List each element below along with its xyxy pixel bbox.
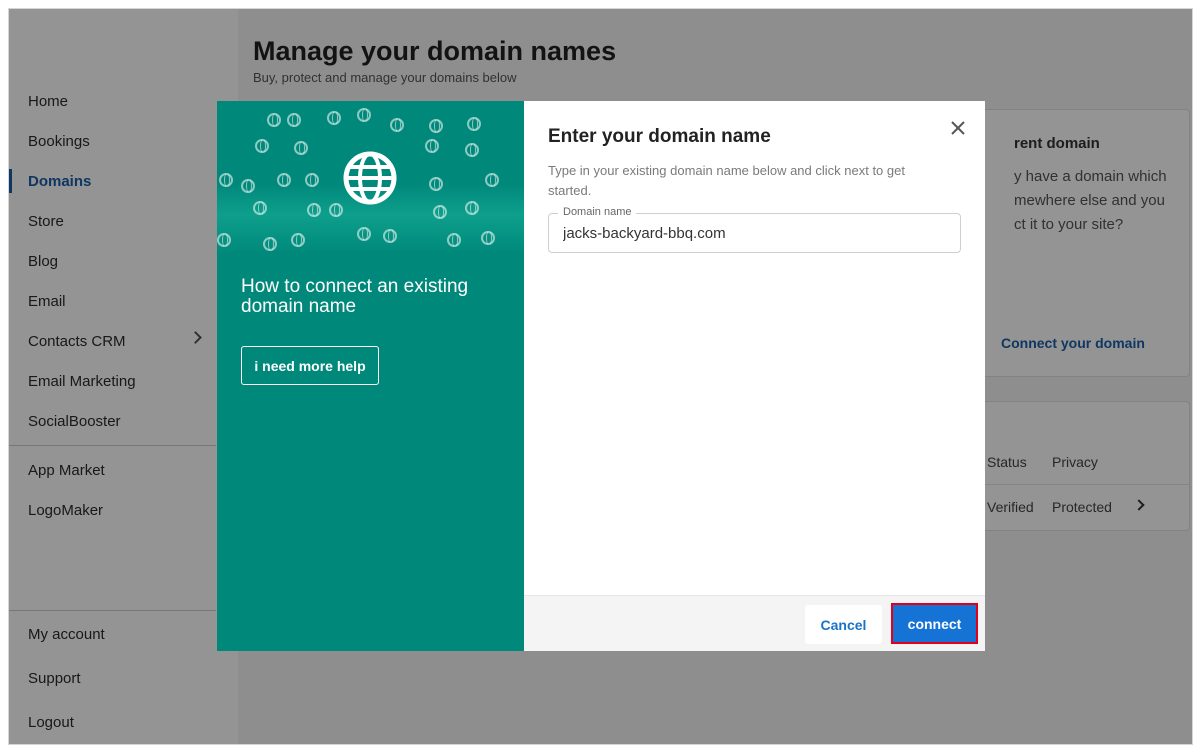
globe-icon xyxy=(447,233,461,247)
globe-icon xyxy=(343,151,397,205)
globe-icon xyxy=(465,143,479,157)
modal-footer: Cancel connect xyxy=(524,595,985,651)
domain-name-input[interactable] xyxy=(549,214,960,252)
globe-icon xyxy=(465,201,479,215)
globe-icon xyxy=(485,173,499,187)
globe-icon xyxy=(425,139,439,153)
globe-icon xyxy=(255,139,269,153)
globe-icon xyxy=(481,231,495,245)
globe-icon xyxy=(467,117,481,131)
globe-icon xyxy=(383,229,397,243)
domain-name-field: Domain name xyxy=(548,206,961,253)
globe-icon xyxy=(267,113,281,127)
globe-icon xyxy=(327,111,341,125)
globe-icon xyxy=(390,118,404,132)
globe-pattern-banner xyxy=(217,101,524,253)
domain-name-label: Domain name xyxy=(558,206,637,218)
modal-form-panel: Enter your domain name Type in your exis… xyxy=(524,101,985,651)
globe-icon xyxy=(357,108,371,122)
globe-icon xyxy=(291,233,305,247)
app-window: Home Bookings Domains Store Blog Email C… xyxy=(8,8,1193,745)
globe-icon xyxy=(329,203,343,217)
globe-icon xyxy=(433,205,447,219)
cancel-button[interactable]: Cancel xyxy=(805,605,882,644)
globe-icon xyxy=(277,173,291,187)
connect-domain-modal: How to connect an existing domain name i… xyxy=(217,101,985,651)
globe-icon xyxy=(307,203,321,217)
close-icon[interactable] xyxy=(949,119,967,137)
globe-icon xyxy=(294,141,308,155)
connect-button[interactable]: connect xyxy=(891,603,978,644)
modal-title: Enter your domain name xyxy=(548,126,771,147)
globe-icon xyxy=(217,233,231,247)
globe-icon xyxy=(305,173,319,187)
modal-help-panel: How to connect an existing domain name i… xyxy=(217,101,524,651)
globe-icon xyxy=(219,173,233,187)
globe-icon xyxy=(429,177,443,191)
globe-icon xyxy=(241,179,255,193)
help-panel-title: How to connect an existing domain name xyxy=(241,276,469,317)
need-more-help-button[interactable]: i need more help xyxy=(241,346,379,385)
globe-icon xyxy=(253,201,267,215)
globe-icon xyxy=(429,119,443,133)
globe-icon xyxy=(263,237,277,251)
modal-description: Type in your existing domain name below … xyxy=(548,163,905,198)
globe-icon xyxy=(287,113,301,127)
globe-icon xyxy=(357,227,371,241)
